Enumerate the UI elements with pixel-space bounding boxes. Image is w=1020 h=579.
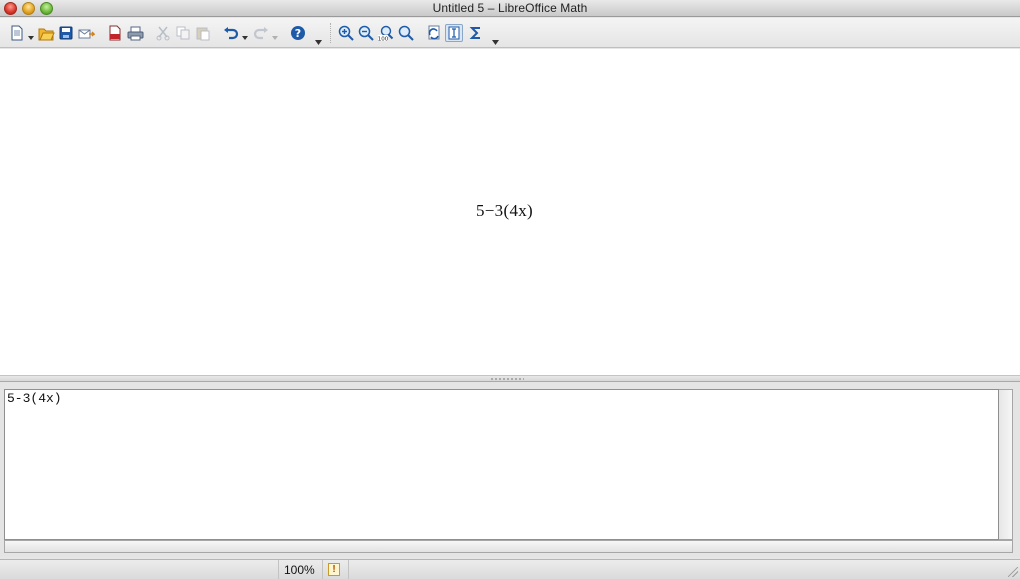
toolbar-separator [330,23,331,43]
standard-toolbar: ? 100 [0,18,1020,48]
copy-icon[interactable] [174,24,192,42]
formula-display[interactable]: 5−3(4x) [0,49,1020,375]
email-document-icon[interactable] [77,24,95,42]
zoom-100-icon[interactable]: 100 [377,24,395,42]
toolbar-overflow-chevron-down-icon[interactable] [492,40,499,45]
redo-icon[interactable] [252,24,270,42]
status-divider [348,560,349,579]
paste-icon[interactable] [194,24,212,42]
title-bar: Untitled 5 – LibreOffice Math [0,0,1020,17]
show-all-icon[interactable] [397,24,415,42]
status-bar: 100% ! [0,559,1020,579]
undo-icon[interactable] [222,24,240,42]
zoom-out-icon[interactable] [357,24,375,42]
open-folder-icon[interactable] [37,24,55,42]
resize-grip-icon[interactable] [1008,567,1018,577]
zoom-level[interactable]: 100% [284,563,315,577]
cut-icon[interactable] [154,24,172,42]
pane-splitter[interactable] [0,375,1020,382]
undo-dropdown-chevron-down-icon[interactable] [242,30,248,40]
vertical-scrollbar[interactable] [999,389,1013,540]
svg-text:?: ? [295,27,301,40]
formula-cursor-icon[interactable] [445,24,463,42]
help-icon[interactable]: ? [289,24,307,42]
toolbar-overflow-chevron-down-icon[interactable] [315,40,322,45]
rendered-formula: 5−3(4x) [476,201,534,220]
window-title: Untitled 5 – LibreOffice Math [432,1,588,15]
zoom-in-icon[interactable] [337,24,355,42]
commands-window: 5-3(4x) [0,382,1020,557]
export-pdf-icon[interactable] [106,24,124,42]
new-document-icon[interactable] [8,24,26,42]
redo-dropdown-chevron-down-icon[interactable] [272,30,278,40]
formula-command-editor[interactable]: 5-3(4x) [4,389,999,540]
print-icon[interactable] [126,24,144,42]
new-dropdown-chevron-down-icon[interactable] [28,30,34,40]
save-icon[interactable] [57,24,75,42]
svg-text:100: 100 [378,37,389,42]
symbols-icon[interactable] [467,24,485,42]
splitter-grip-icon[interactable] [490,378,524,380]
document-modified-icon[interactable]: ! [328,563,340,576]
horizontal-scrollbar[interactable] [4,540,1013,553]
update-icon[interactable] [425,24,443,42]
